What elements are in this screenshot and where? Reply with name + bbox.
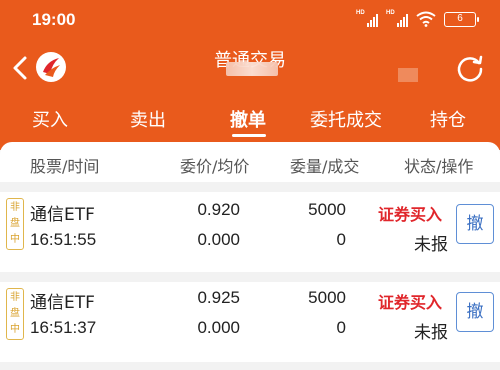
nav-bar: 普通交易: [0, 40, 500, 96]
col-stock-time: 股票/时间: [30, 157, 100, 176]
trade-tabs: 买入 卖出 撤单 委托成交 持仓: [0, 96, 500, 142]
order-qty: 5000: [308, 288, 346, 307]
active-tab-indicator: [232, 134, 266, 137]
stock-name: 通信ETF: [30, 293, 95, 313]
cancel-order-button[interactable]: 撤: [456, 292, 494, 332]
column-header: 股票/时间 委价/均价 委量/成交 状态/操作: [0, 142, 500, 182]
order-time: 16:51:55: [30, 230, 97, 249]
order-state: 未报: [414, 323, 448, 343]
signal-label: HD: [356, 10, 365, 16]
avg-price: 0.000: [197, 230, 240, 249]
tab-positions[interactable]: 持仓: [430, 106, 466, 132]
order-state: 未报: [414, 235, 448, 255]
order-direction: 证券买入: [378, 293, 443, 312]
order-direction: 证券买入: [378, 205, 443, 224]
order-row[interactable]: 非盘中 通信ETF 16:51:37 0.925 0.000 5000 0 证券…: [0, 282, 500, 362]
tab-orders-trades[interactable]: 委托成交: [310, 106, 382, 132]
off-hours-badge: 非盘中: [6, 198, 24, 250]
order-price: 0.920: [197, 200, 240, 219]
stock-name: 通信ETF: [30, 205, 95, 225]
filled-qty: 0: [336, 318, 346, 337]
status-icons: HD HD 6: [356, 10, 479, 27]
avg-price: 0.000: [197, 318, 240, 337]
status-time: 19:00: [32, 10, 76, 29]
col-status-action: 状态/操作: [404, 157, 474, 176]
order-time: 16:51:37: [30, 318, 97, 337]
order-list-panel: 股票/时间 委价/均价 委量/成交 状态/操作 非盘中 通信ETF 16:51:…: [0, 142, 500, 370]
cellular-signal-icon: HD: [386, 10, 408, 27]
row-separator: [0, 272, 500, 282]
status-bar: 19:00 HD HD 6: [0, 0, 500, 40]
redaction-patch: [398, 68, 418, 82]
tab-sell[interactable]: 卖出: [130, 106, 166, 132]
row-separator: [0, 182, 500, 192]
tab-cancel-order[interactable]: 撤单: [230, 106, 266, 132]
cellular-signal-icon: HD: [356, 10, 378, 27]
tab-buy[interactable]: 买入: [32, 106, 68, 132]
off-hours-badge: 非盘中: [6, 288, 24, 340]
col-price: 委价/均价: [180, 157, 250, 176]
row-separator: [0, 362, 500, 370]
order-qty: 5000: [308, 200, 346, 219]
app-logo-icon: [36, 52, 66, 82]
filled-qty: 0: [336, 230, 346, 249]
order-price: 0.925: [197, 288, 240, 307]
col-quantity: 委量/成交: [290, 157, 360, 176]
cancel-order-button[interactable]: 撤: [456, 204, 494, 244]
wifi-icon: [416, 11, 436, 27]
signal-label: HD: [386, 10, 395, 16]
chevron-left-icon[interactable]: [8, 53, 34, 83]
refresh-icon[interactable]: [454, 52, 486, 84]
battery-icon: 6: [444, 11, 479, 27]
title-redaction: [226, 62, 278, 76]
order-row[interactable]: 非盘中 通信ETF 16:51:55 0.920 0.000 5000 0 证券…: [0, 192, 500, 272]
